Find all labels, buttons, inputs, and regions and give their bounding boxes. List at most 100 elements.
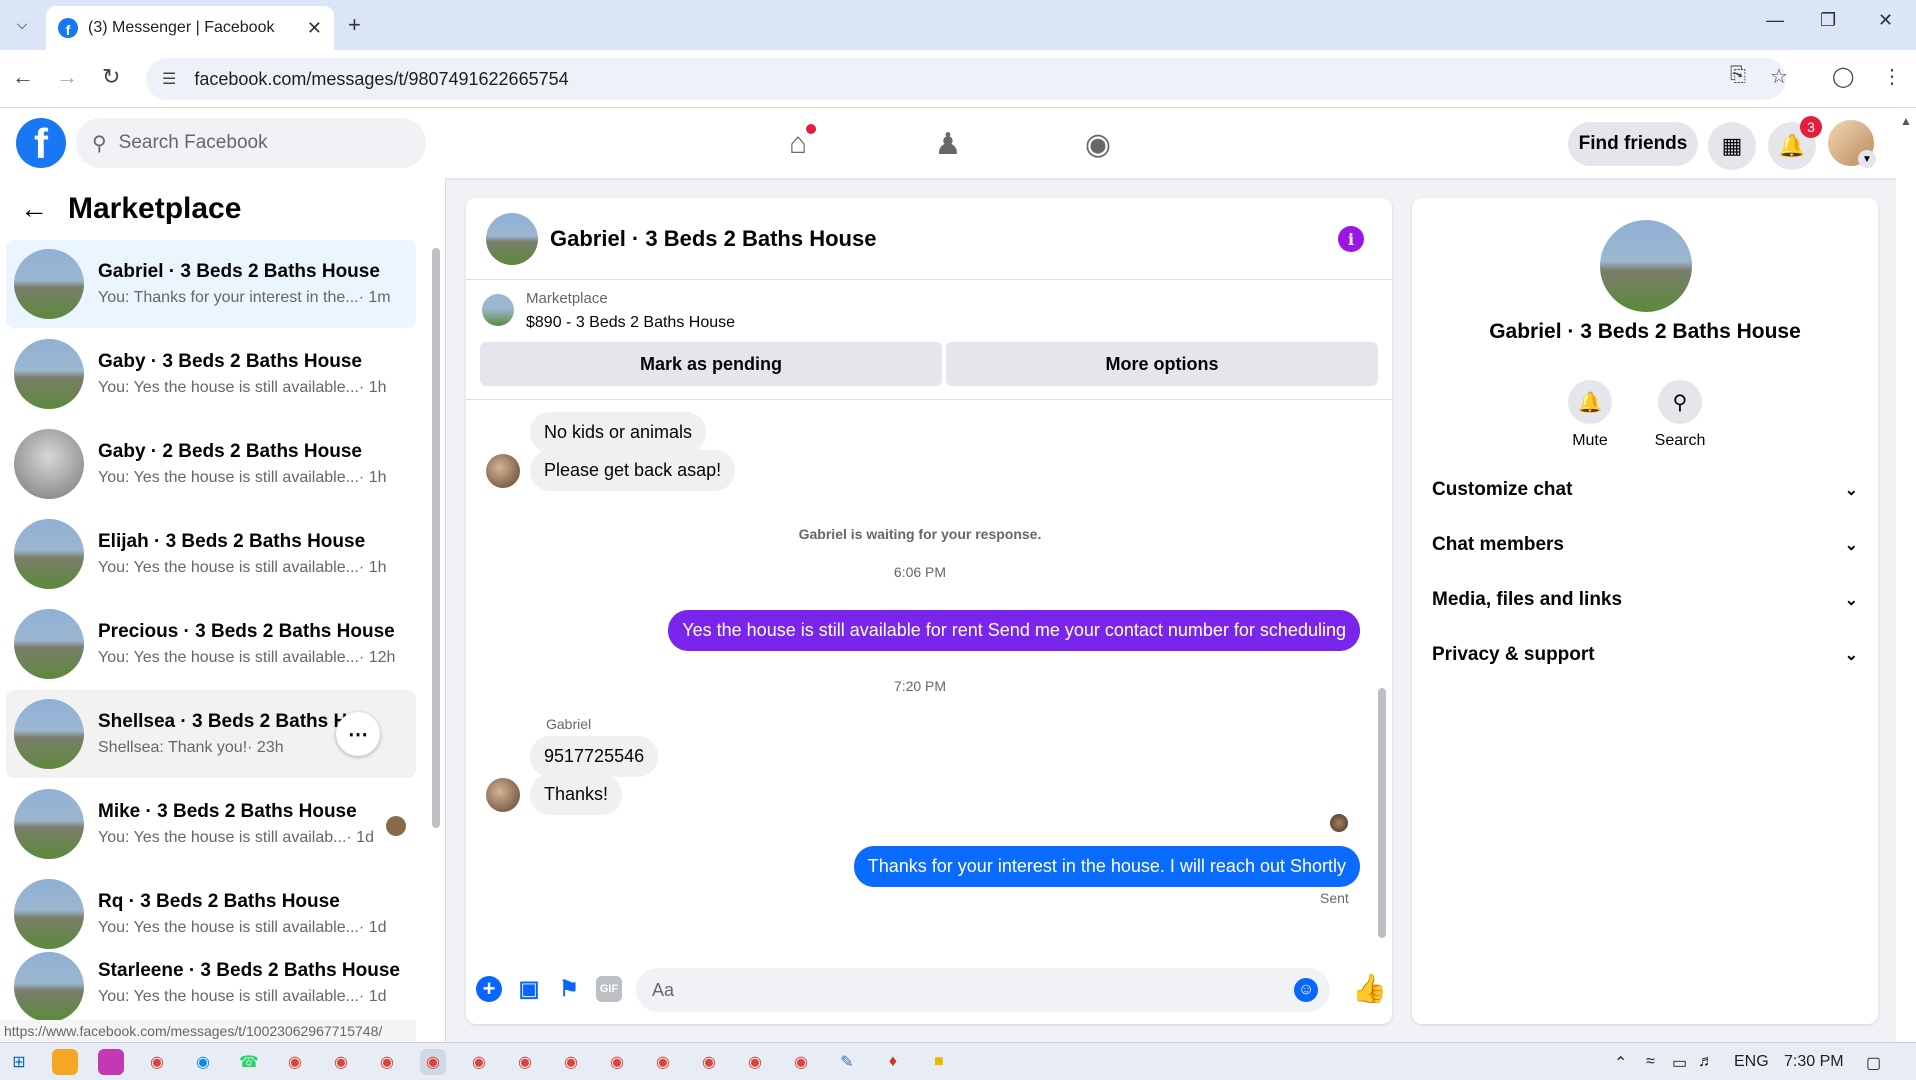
- chrome-icon[interactable]: ◉: [144, 1049, 170, 1075]
- privacy-support-section[interactable]: Privacy & support ⌄: [1432, 633, 1858, 677]
- volume-icon[interactable]: ♬: [1698, 1053, 1714, 1071]
- conversation-item[interactable]: Gaby · 2 Beds 2 Baths House You: Yes the…: [6, 420, 416, 508]
- bookmark-star-icon[interactable]: ☆: [1770, 64, 1788, 89]
- restore-icon[interactable]: ❐: [1820, 10, 1836, 31]
- chrome-icon[interactable]: ◉: [374, 1049, 400, 1075]
- back-arrow-icon[interactable]: ←: [20, 193, 48, 225]
- browser-tab[interactable]: f (3) Messenger | Facebook ✕: [46, 6, 334, 50]
- install-app-icon[interactable]: ⎘: [1730, 64, 1746, 87]
- close-window-icon[interactable]: ✕: [1878, 10, 1893, 31]
- groups-icon[interactable]: ◉: [1076, 122, 1120, 166]
- chrome-icon[interactable]: ◉: [328, 1049, 354, 1075]
- search-facebook-input[interactable]: ⚲ Search Facebook: [76, 118, 426, 168]
- new-tab-icon[interactable]: +: [348, 12, 361, 38]
- chrome-icon[interactable]: ◉: [420, 1049, 446, 1075]
- media-files-links-section[interactable]: Media, files and links ⌄: [1432, 578, 1858, 622]
- url-field[interactable]: ☰ facebook.com/messages/t/98074916226657…: [146, 58, 1786, 100]
- m365-icon[interactable]: [98, 1049, 124, 1075]
- chrome-icon[interactable]: ◉: [742, 1049, 768, 1075]
- emoji-icon[interactable]: ☺: [1294, 978, 1318, 1002]
- battery-icon[interactable]: ▭: [1672, 1053, 1687, 1073]
- notifications-bell-icon[interactable]: 🔔 3: [1768, 116, 1822, 170]
- menu-grid-icon[interactable]: ▦: [1708, 122, 1756, 170]
- conversation-item[interactable]: Rq · 3 Beds 2 Baths House You: Yes the h…: [6, 870, 416, 958]
- photo-icon[interactable]: ▣: [516, 976, 542, 1002]
- mute-button[interactable]: 🔔 Mute: [1550, 380, 1630, 450]
- wifi-icon[interactable]: ≈: [1646, 1053, 1655, 1071]
- chevron-up-icon[interactable]: ⌃: [1614, 1053, 1627, 1073]
- sender-avatar[interactable]: [486, 454, 520, 488]
- chrome-icon[interactable]: ◉: [604, 1049, 630, 1075]
- conversation-item[interactable]: Gaby · 3 Beds 2 Baths House You: Yes the…: [6, 330, 416, 418]
- mark-as-pending-button[interactable]: Mark as pending: [480, 342, 942, 386]
- profile-icon[interactable]: ◯: [1832, 64, 1854, 89]
- chrome-icon[interactable]: ◉: [512, 1049, 538, 1075]
- conversation-more-options-button[interactable]: ⋯: [336, 712, 380, 756]
- account-avatar[interactable]: ▼: [1826, 118, 1876, 168]
- site-info-icon[interactable]: ☰: [162, 69, 176, 89]
- more-options-button[interactable]: More options: [946, 342, 1378, 386]
- find-friends-button[interactable]: Find friends: [1568, 122, 1698, 166]
- sticker-icon[interactable]: ⚑: [556, 976, 582, 1002]
- message-input[interactable]: Aa ☺: [636, 968, 1330, 1012]
- listing-title[interactable]: $890 - 3 Beds 2 Baths House: [526, 314, 735, 332]
- home-icon[interactable]: ⌂: [776, 122, 820, 166]
- chrome-icon[interactable]: ◉: [788, 1049, 814, 1075]
- chrome-icon[interactable]: ◉: [650, 1049, 676, 1075]
- notepad-icon[interactable]: ✎: [834, 1049, 860, 1075]
- conversation-item[interactable]: Gabriel · 3 Beds 2 Baths House You: Than…: [6, 240, 416, 328]
- conversation-item[interactable]: Mike · 3 Beds 2 Baths House You: Yes the…: [6, 780, 416, 868]
- chrome-icon[interactable]: ◉: [466, 1049, 492, 1075]
- forward-icon[interactable]: →: [56, 64, 78, 90]
- chrome-icon[interactable]: ◉: [696, 1049, 722, 1075]
- facebook-logo-icon[interactable]: f: [16, 118, 66, 168]
- scrollbar-thumb[interactable]: [1378, 688, 1386, 938]
- back-icon[interactable]: ←: [12, 64, 34, 90]
- conversation-name: Shellsea · 3 Beds 2 Baths Ho: [98, 711, 359, 732]
- chrome-icon[interactable]: ◉: [558, 1049, 584, 1075]
- notifications-badge: 3: [1800, 116, 1822, 138]
- notifications-center-icon[interactable]: ▢: [1866, 1053, 1881, 1073]
- conversation-item[interactable]: Elijah · 3 Beds 2 Baths House You: Yes t…: [6, 510, 416, 598]
- chrome-icon[interactable]: ◉: [282, 1049, 308, 1075]
- conversation-avatar: [14, 519, 84, 589]
- waiting-notice: Gabriel is waiting for your response.: [798, 526, 1042, 542]
- reload-icon[interactable]: ↻: [102, 64, 120, 90]
- chat-title[interactable]: Gabriel · 3 Beds 2 Baths House: [550, 226, 876, 252]
- thumbs-up-icon[interactable]: 👍: [1352, 972, 1387, 1005]
- conversation-list-scrollbar[interactable]: [432, 248, 440, 1008]
- info-icon[interactable]: i: [1338, 226, 1364, 252]
- gif-icon[interactable]: GIF: [596, 976, 622, 1002]
- chat-members-section[interactable]: Chat members ⌄: [1432, 523, 1858, 567]
- search-in-chat-button[interactable]: ⚲ Search: [1640, 380, 1720, 450]
- file-explorer-icon[interactable]: ■: [926, 1049, 952, 1075]
- tab-close-icon[interactable]: ✕: [307, 18, 322, 39]
- page-scrollbar[interactable]: ▲: [1896, 108, 1916, 1042]
- message-composer: + ▣ ⚑ GIF Aa ☺ 👍: [466, 954, 1392, 1024]
- sender-avatar[interactable]: [486, 778, 520, 812]
- chat-scrollbar[interactable]: [1378, 408, 1386, 948]
- copilot-icon[interactable]: [52, 1049, 78, 1075]
- chat-avatar[interactable]: [486, 212, 538, 265]
- clock[interactable]: 7:30 PM: [1784, 1053, 1844, 1071]
- browser-tabbar: ⌵ f (3) Messenger | Facebook ✕ + — ❐ ✕: [0, 0, 1916, 50]
- friends-icon[interactable]: ♟: [926, 122, 970, 166]
- listing-thumbnail[interactable]: [482, 294, 514, 326]
- conversation-name: Gaby · 2 Beds 2 Baths House: [98, 441, 362, 462]
- plus-icon[interactable]: +: [476, 976, 502, 1002]
- conversation-item[interactable]: Precious · 3 Beds 2 Baths House You: Yes…: [6, 600, 416, 688]
- details-avatar[interactable]: [1600, 220, 1692, 312]
- customize-chat-section[interactable]: Customize chat ⌄: [1432, 468, 1858, 512]
- minimize-icon[interactable]: —: [1766, 10, 1784, 31]
- app-icon[interactable]: ♦: [880, 1049, 906, 1075]
- language-indicator[interactable]: ENG: [1734, 1053, 1769, 1071]
- scroll-up-icon[interactable]: ▲: [1900, 114, 1912, 128]
- tab-search-dropdown[interactable]: ⌵: [8, 10, 36, 38]
- conversation-item[interactable]: Shellsea · 3 Beds 2 Baths Ho Shellsea: T…: [6, 690, 416, 778]
- scrollbar-thumb[interactable]: [432, 248, 440, 828]
- menu-kebab-icon[interactable]: ⋮: [1882, 64, 1902, 89]
- edge-icon[interactable]: ◉: [190, 1049, 216, 1075]
- outgoing-message: Yes the house is still available for ren…: [668, 610, 1360, 651]
- whatsapp-icon[interactable]: ☎: [236, 1049, 262, 1075]
- windows-start-icon[interactable]: ⊞: [6, 1049, 32, 1075]
